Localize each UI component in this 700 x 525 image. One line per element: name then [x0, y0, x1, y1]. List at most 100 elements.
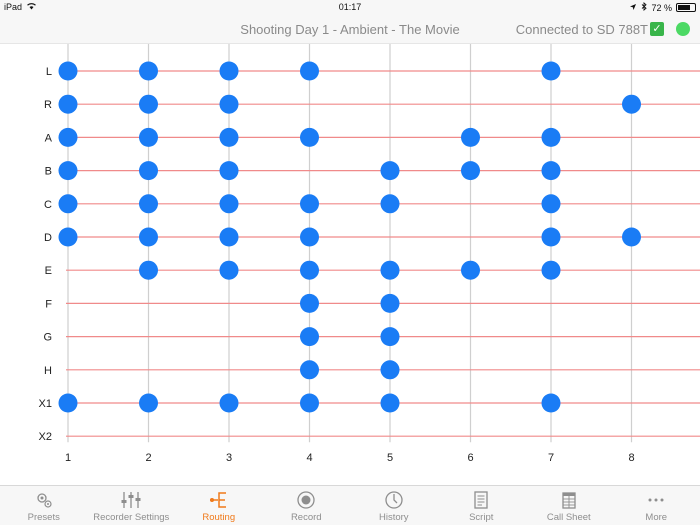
route-node-d-8[interactable]	[622, 227, 641, 247]
route-node-c-3[interactable]	[219, 194, 239, 214]
route-node-a-3[interactable]	[219, 127, 239, 147]
tab-callsheet[interactable]: Call Sheet	[525, 486, 613, 525]
route-cell-g-6[interactable]	[457, 323, 485, 351]
route-cell-h-1[interactable]	[54, 356, 82, 384]
route-cell-a-8[interactable]	[618, 123, 646, 151]
route-node-x1-7[interactable]	[541, 393, 561, 413]
route-cell-x2-8[interactable]	[618, 422, 646, 450]
route-cell-f-3[interactable]	[215, 289, 243, 317]
route-cell-g-1[interactable]	[54, 323, 82, 351]
route-node-b-7[interactable]	[541, 161, 561, 181]
route-node-c-4[interactable]	[300, 194, 319, 214]
route-node-d-1[interactable]	[58, 227, 78, 247]
route-cell-x2-1[interactable]	[54, 422, 82, 450]
tab-recorder[interactable]: Recorder Settings	[88, 486, 176, 525]
route-node-c-5[interactable]	[380, 194, 400, 214]
route-cell-g-3[interactable]	[215, 323, 243, 351]
route-cell-e-1[interactable]	[54, 256, 82, 284]
route-node-c-2[interactable]	[139, 194, 158, 214]
route-cell-c-6[interactable]	[457, 190, 485, 218]
tab-more[interactable]: More	[613, 486, 700, 525]
route-cell-e-8[interactable]	[618, 256, 646, 284]
route-node-a-1[interactable]	[58, 127, 78, 147]
route-node-l-3[interactable]	[219, 61, 239, 81]
route-cell-f-2[interactable]	[135, 289, 163, 317]
route-cell-l-6[interactable]	[457, 57, 485, 85]
route-node-r-1[interactable]	[58, 94, 78, 114]
tab-record[interactable]: Record	[263, 486, 351, 525]
route-node-b-6[interactable]	[461, 161, 480, 181]
route-node-l-7[interactable]	[541, 61, 561, 81]
route-cell-c-8[interactable]	[618, 190, 646, 218]
tab-history[interactable]: History	[350, 486, 438, 525]
route-cell-x1-8[interactable]	[618, 389, 646, 417]
route-node-e-7[interactable]	[541, 260, 561, 280]
route-node-e-5[interactable]	[380, 260, 400, 280]
route-node-g-5[interactable]	[380, 327, 400, 347]
route-cell-d-6[interactable]	[457, 223, 485, 251]
route-cell-r-4[interactable]	[296, 90, 324, 118]
route-cell-h-2[interactable]	[135, 356, 163, 384]
route-cell-x2-4[interactable]	[296, 422, 324, 450]
route-cell-a-5[interactable]	[376, 123, 404, 151]
route-cell-h-8[interactable]	[618, 356, 646, 384]
route-node-g-4[interactable]	[300, 327, 319, 347]
route-node-d-7[interactable]	[541, 227, 561, 247]
route-node-f-4[interactable]	[300, 293, 319, 313]
tab-script[interactable]: Script	[438, 486, 526, 525]
tab-routing[interactable]: Routing	[175, 486, 263, 525]
route-cell-g-8[interactable]	[618, 323, 646, 351]
route-cell-d-5[interactable]	[376, 223, 404, 251]
route-node-e-4[interactable]	[300, 260, 319, 280]
route-node-x1-5[interactable]	[380, 393, 400, 413]
route-node-b-1[interactable]	[58, 161, 78, 181]
route-node-a-2[interactable]	[139, 127, 158, 147]
route-cell-h-7[interactable]	[537, 356, 565, 384]
route-cell-f-7[interactable]	[537, 289, 565, 317]
route-node-b-3[interactable]	[219, 161, 239, 181]
route-cell-h-3[interactable]	[215, 356, 243, 384]
route-cell-x2-5[interactable]	[376, 422, 404, 450]
route-node-e-6[interactable]	[461, 260, 480, 280]
route-node-a-6[interactable]	[461, 127, 480, 147]
route-node-c-1[interactable]	[58, 194, 78, 214]
route-cell-g-7[interactable]	[537, 323, 565, 351]
route-cell-x2-2[interactable]	[135, 422, 163, 450]
route-node-c-7[interactable]	[541, 194, 561, 214]
tab-presets[interactable]: Presets	[0, 486, 88, 525]
route-node-l-2[interactable]	[139, 61, 158, 81]
route-node-r-3[interactable]	[219, 94, 239, 114]
route-node-e-2[interactable]	[139, 260, 158, 280]
route-cell-h-6[interactable]	[457, 356, 485, 384]
route-cell-r-6[interactable]	[457, 90, 485, 118]
route-node-d-4[interactable]	[300, 227, 319, 247]
route-cell-x2-6[interactable]	[457, 422, 485, 450]
route-cell-l-5[interactable]	[376, 57, 404, 85]
route-cell-x2-7[interactable]	[537, 422, 565, 450]
route-node-x1-2[interactable]	[139, 393, 158, 413]
route-cell-g-2[interactable]	[135, 323, 163, 351]
route-node-f-5[interactable]	[380, 293, 400, 313]
route-cell-l-8[interactable]	[618, 57, 646, 85]
route-cell-x1-6[interactable]	[457, 389, 485, 417]
route-cell-f-1[interactable]	[54, 289, 82, 317]
route-cell-f-8[interactable]	[618, 289, 646, 317]
route-node-d-3[interactable]	[219, 227, 239, 247]
route-node-l-4[interactable]	[300, 61, 319, 81]
route-node-x1-4[interactable]	[300, 393, 319, 413]
route-node-x1-3[interactable]	[219, 393, 239, 413]
route-node-x1-1[interactable]	[58, 393, 78, 413]
route-cell-f-6[interactable]	[457, 289, 485, 317]
route-node-l-1[interactable]	[58, 61, 78, 81]
route-node-r-8[interactable]	[622, 94, 641, 114]
route-cell-x2-3[interactable]	[215, 422, 243, 450]
route-node-a-4[interactable]	[300, 127, 319, 147]
route-node-b-5[interactable]	[380, 161, 400, 181]
route-node-r-2[interactable]	[139, 94, 158, 114]
route-node-h-4[interactable]	[300, 360, 319, 380]
route-cell-b-8[interactable]	[618, 157, 646, 185]
route-cell-r-7[interactable]	[537, 90, 565, 118]
route-cell-b-4[interactable]	[296, 157, 324, 185]
route-node-h-5[interactable]	[380, 360, 400, 380]
route-node-d-2[interactable]	[139, 227, 158, 247]
